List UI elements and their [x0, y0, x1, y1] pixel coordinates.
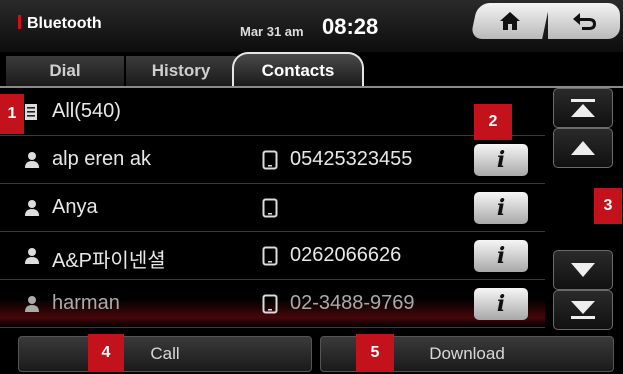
annotation-marker-1: 1 [0, 94, 24, 134]
back-icon [573, 13, 596, 30]
mobile-phone-icon [262, 294, 278, 314]
scroll-top-button[interactable] [553, 88, 613, 128]
clock: 08:28 [322, 14, 379, 39]
annotation-marker-4: 4 [88, 334, 124, 372]
person-icon [25, 152, 39, 168]
home-button[interactable] [470, 3, 550, 39]
tab-history[interactable]: History [126, 56, 236, 86]
contact-info-button[interactable]: i [474, 288, 528, 320]
app-title-text: Bluetooth [27, 15, 102, 32]
scroll-down-icon [571, 263, 595, 277]
person-icon [25, 200, 39, 216]
scroll-to-bottom-icon [571, 301, 595, 319]
contact-phone: 02-3488-9769 [290, 292, 415, 314]
contact-name: harman [52, 292, 120, 314]
tab-contacts[interactable]: Contacts [232, 52, 364, 88]
home-icon [500, 12, 520, 30]
contact-name: alp eren ak [52, 148, 151, 170]
contact-phone: 0262066626 [290, 244, 402, 266]
back-button[interactable] [548, 3, 620, 39]
list-item-all[interactable]: All(540) [0, 88, 545, 136]
mobile-phone-icon [262, 150, 278, 170]
annotation-marker-2: 2 [474, 104, 512, 140]
annotation-marker-5: 5 [356, 334, 394, 372]
title-accent-bar [18, 15, 21, 29]
contact-phone: 05425323455 [290, 148, 413, 170]
mobile-phone-icon [262, 198, 278, 218]
person-icon [25, 296, 39, 312]
date-label: Mar 31 am [240, 24, 304, 39]
call-button[interactable]: Call [18, 336, 312, 372]
scroll-up-button[interactable] [553, 128, 613, 168]
annotation-marker-3: 3 [594, 188, 622, 224]
mobile-phone-icon [262, 246, 278, 266]
app-title: Bluetooth [18, 15, 102, 33]
tab-bar: Dial History Contacts [0, 52, 623, 88]
list-item[interactable]: A&P파이넨셜 0262066626 i [0, 232, 545, 280]
list-item[interactable]: harman 02-3488-9769 i [0, 280, 545, 328]
contact-name: Anya [52, 196, 98, 218]
scroll-to-top-icon [571, 99, 595, 117]
scroll-bottom-button[interactable] [553, 290, 613, 330]
scroll-down-button[interactable] [553, 250, 613, 290]
list-item[interactable]: alp eren ak 05425323455 i [0, 136, 545, 184]
list-icon [25, 104, 37, 120]
contact-info-button[interactable]: i [474, 192, 528, 224]
tab-dial[interactable]: Dial [6, 56, 124, 86]
scroll-up-icon [571, 141, 595, 155]
contact-name: A&P파이넨셜 [52, 250, 166, 272]
contact-info-button[interactable]: i [474, 144, 528, 176]
list-item[interactable]: Anya i [0, 184, 545, 232]
all-contacts-label: All(540) [52, 100, 121, 122]
contact-info-button[interactable]: i [474, 240, 528, 272]
person-icon [25, 248, 39, 264]
contact-list: All(540) alp eren ak 05425323455 i Anya … [0, 88, 545, 328]
